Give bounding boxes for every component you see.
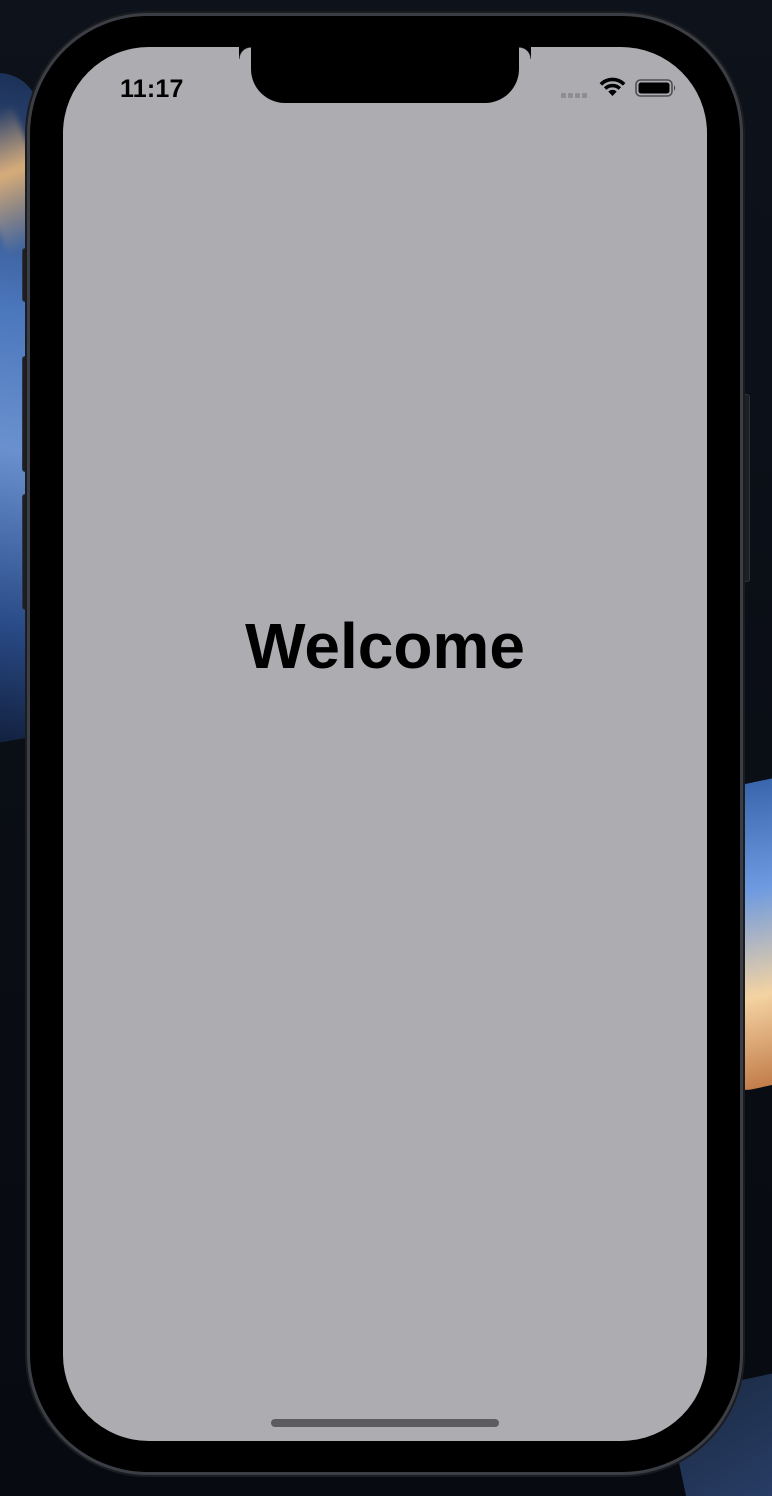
app-screen: 11:17 Welcome	[63, 47, 707, 1441]
power-button[interactable]	[740, 394, 750, 582]
wifi-icon	[599, 77, 626, 96]
cellular-signal-icon	[561, 93, 591, 99]
welcome-heading: Welcome	[245, 610, 525, 682]
notch	[251, 47, 531, 103]
status-time: 11:17	[120, 75, 184, 103]
battery-icon	[635, 79, 676, 97]
home-indicator[interactable]	[271, 1419, 499, 1427]
